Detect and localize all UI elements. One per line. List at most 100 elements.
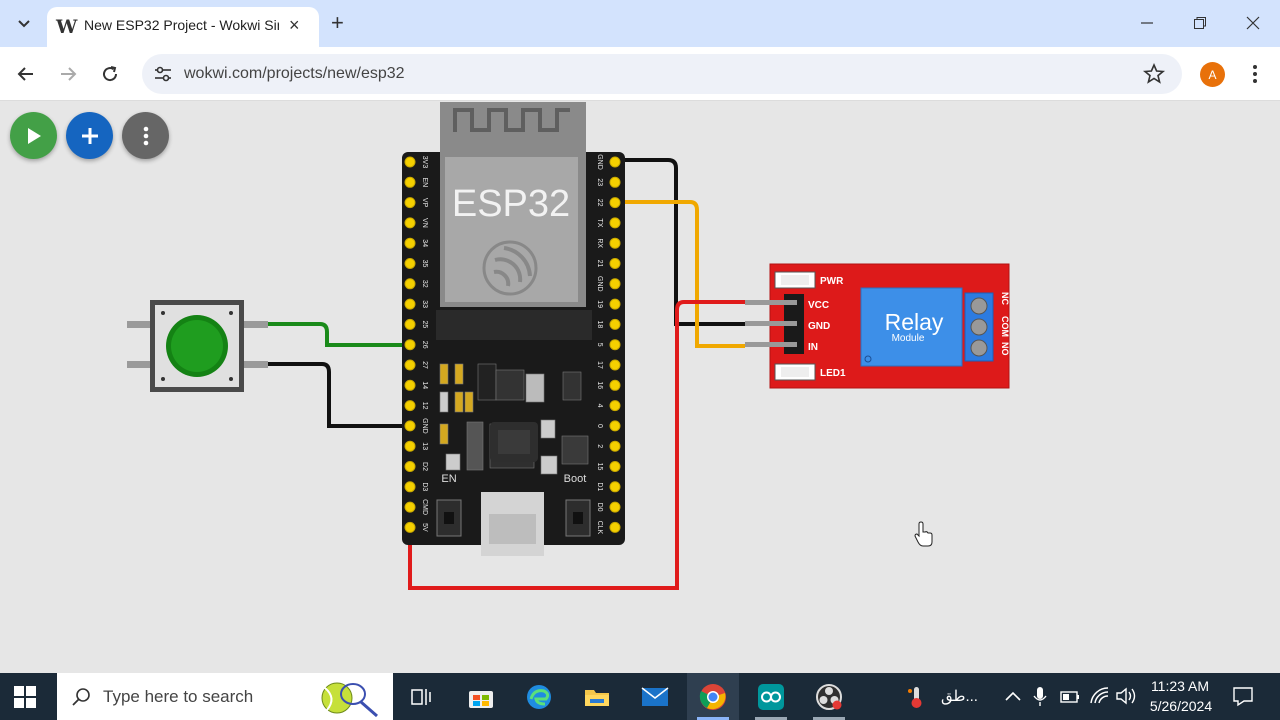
back-button[interactable] [12,60,40,88]
star-icon[interactable] [1142,62,1166,86]
right-pin-0[interactable] [609,420,621,432]
chrome-app[interactable] [687,673,739,720]
battery-icon[interactable] [1059,687,1081,707]
left-pin-35[interactable] [404,258,416,269]
reload-button[interactable] [96,60,124,88]
left-pin-13[interactable] [404,440,416,452]
left-pin-14[interactable] [404,379,416,391]
smd-component [445,453,461,471]
relay-module[interactable]: PWR LED1 VCC GND IN Relay Module NC COM … [745,263,1010,389]
restore-button[interactable] [1187,10,1213,36]
right-pin-17[interactable] [609,359,621,371]
windows-start-icon[interactable] [14,686,36,708]
wifi-icon[interactable] [1088,685,1110,707]
clock-time[interactable]: 11:23 AM [1150,678,1210,694]
store-app[interactable] [455,673,507,720]
left-pin-27[interactable] [404,359,416,371]
right-pin-2[interactable] [609,440,621,452]
simulation-canvas[interactable]: ESP32 EN Boot 3V3 EN VP VN 34 35 32 33 25 26 27 14 1… [0,102,1280,673]
taskbar-search-box[interactable]: Type here to search [57,673,393,720]
right-pin-label: 5 [596,343,603,347]
right-pin-gnd[interactable] [609,156,621,168]
left-pin-en[interactable] [404,176,416,188]
mail-app[interactable] [629,673,681,720]
more-options-button[interactable] [122,112,169,159]
left-pin-label: 26 [421,341,428,349]
obs-app[interactable] [803,673,855,720]
volume-icon[interactable] [1114,685,1138,707]
right-pin-d0[interactable] [609,501,621,513]
terminal-nc: NC [1000,292,1010,305]
left-pin-vn[interactable] [404,217,416,229]
right-pin-label: 23 [596,178,603,186]
chevron-up-icon[interactable] [1004,689,1022,703]
right-pin-label: 19 [596,300,603,308]
right-pin-label: GND [596,276,603,292]
right-pin-d1[interactable] [609,481,621,493]
right-pin-18[interactable] [609,318,621,330]
tab-close-icon[interactable]: × [289,16,300,34]
right-pin-clk[interactable] [609,521,621,533]
terminal-no: NO [1000,342,1010,356]
left-pin-cmd[interactable] [404,501,416,513]
arrow-left-icon [17,67,33,81]
relay-pin-vcc: VCC [808,300,829,311]
right-pin-gnd[interactable] [609,278,621,290]
notification-icon[interactable] [1232,685,1254,707]
right-pin-tx[interactable] [609,217,621,229]
left-pin-d2[interactable] [404,461,416,472]
address-bar[interactable]: wokwi.com/projects/new/esp32 [142,54,1182,94]
left-pin-25[interactable] [404,318,416,330]
left-pin-gnd[interactable] [404,420,416,432]
active-tab[interactable]: W New ESP32 Project - Wokwi Sim × [47,7,319,47]
left-pin-26[interactable] [404,339,416,351]
forward-button[interactable] [54,60,82,88]
edge-app[interactable] [513,673,565,720]
browser-toolbar: wokwi.com/projects/new/esp32 A [0,47,1280,101]
left-pin-12[interactable] [404,400,416,412]
right-pin-rx[interactable] [609,237,621,249]
new-tab-button[interactable]: + [331,10,344,36]
left-pin-34[interactable] [404,237,416,249]
esp32-board[interactable]: ESP32 EN Boot 3V3ENVPVN34353233252627141… [402,102,625,556]
task-view-button[interactable] [395,673,447,720]
minimize-icon [1141,22,1153,24]
file-explorer-app[interactable] [571,673,623,720]
right-pin-21[interactable] [609,258,621,269]
wire-gnd-relay[interactable] [612,158,745,326]
left-pin-vp[interactable] [404,197,416,209]
left-pin-5v[interactable] [404,521,416,533]
left-pin-3v3[interactable] [404,156,416,168]
minimize-button[interactable] [1134,10,1160,36]
pushbutton[interactable] [127,300,268,392]
right-pin-22[interactable] [609,197,621,209]
right-pin-4[interactable] [609,400,621,412]
right-pin-16[interactable] [609,379,621,391]
tab-search-button[interactable] [9,9,39,39]
chrome-icon [699,683,726,710]
right-pin-5[interactable] [609,339,621,351]
add-part-button[interactable] [66,112,113,159]
site-settings-icon[interactable] [152,63,174,85]
left-pin-d3[interactable] [404,481,416,493]
left-pin-label: 12 [421,402,428,410]
right-pin-15[interactable] [609,461,621,472]
input-language-indicator[interactable]: طق... [941,687,978,705]
close-window-button[interactable] [1240,10,1266,36]
file-explorer-icon [585,689,609,706]
right-pin-19[interactable] [609,298,621,310]
left-pin-32[interactable] [404,278,416,290]
microphone-icon[interactable] [1032,685,1048,709]
start-simulation-button[interactable] [10,112,57,159]
right-pin-23[interactable] [609,176,621,188]
wire-button-gnd[interactable] [265,362,410,428]
smd-component [540,455,558,475]
clock-date[interactable]: 5/26/2024 [1146,698,1216,714]
arduino-app[interactable] [745,673,797,720]
wire-button-gpio[interactable] [265,322,410,347]
weather-thermometer-icon[interactable] [906,685,926,709]
left-pin-33[interactable] [404,298,416,310]
more-vert-icon[interactable] [1245,60,1265,88]
profile-avatar[interactable]: A [1200,62,1225,87]
right-pin-label: GND [596,154,603,170]
